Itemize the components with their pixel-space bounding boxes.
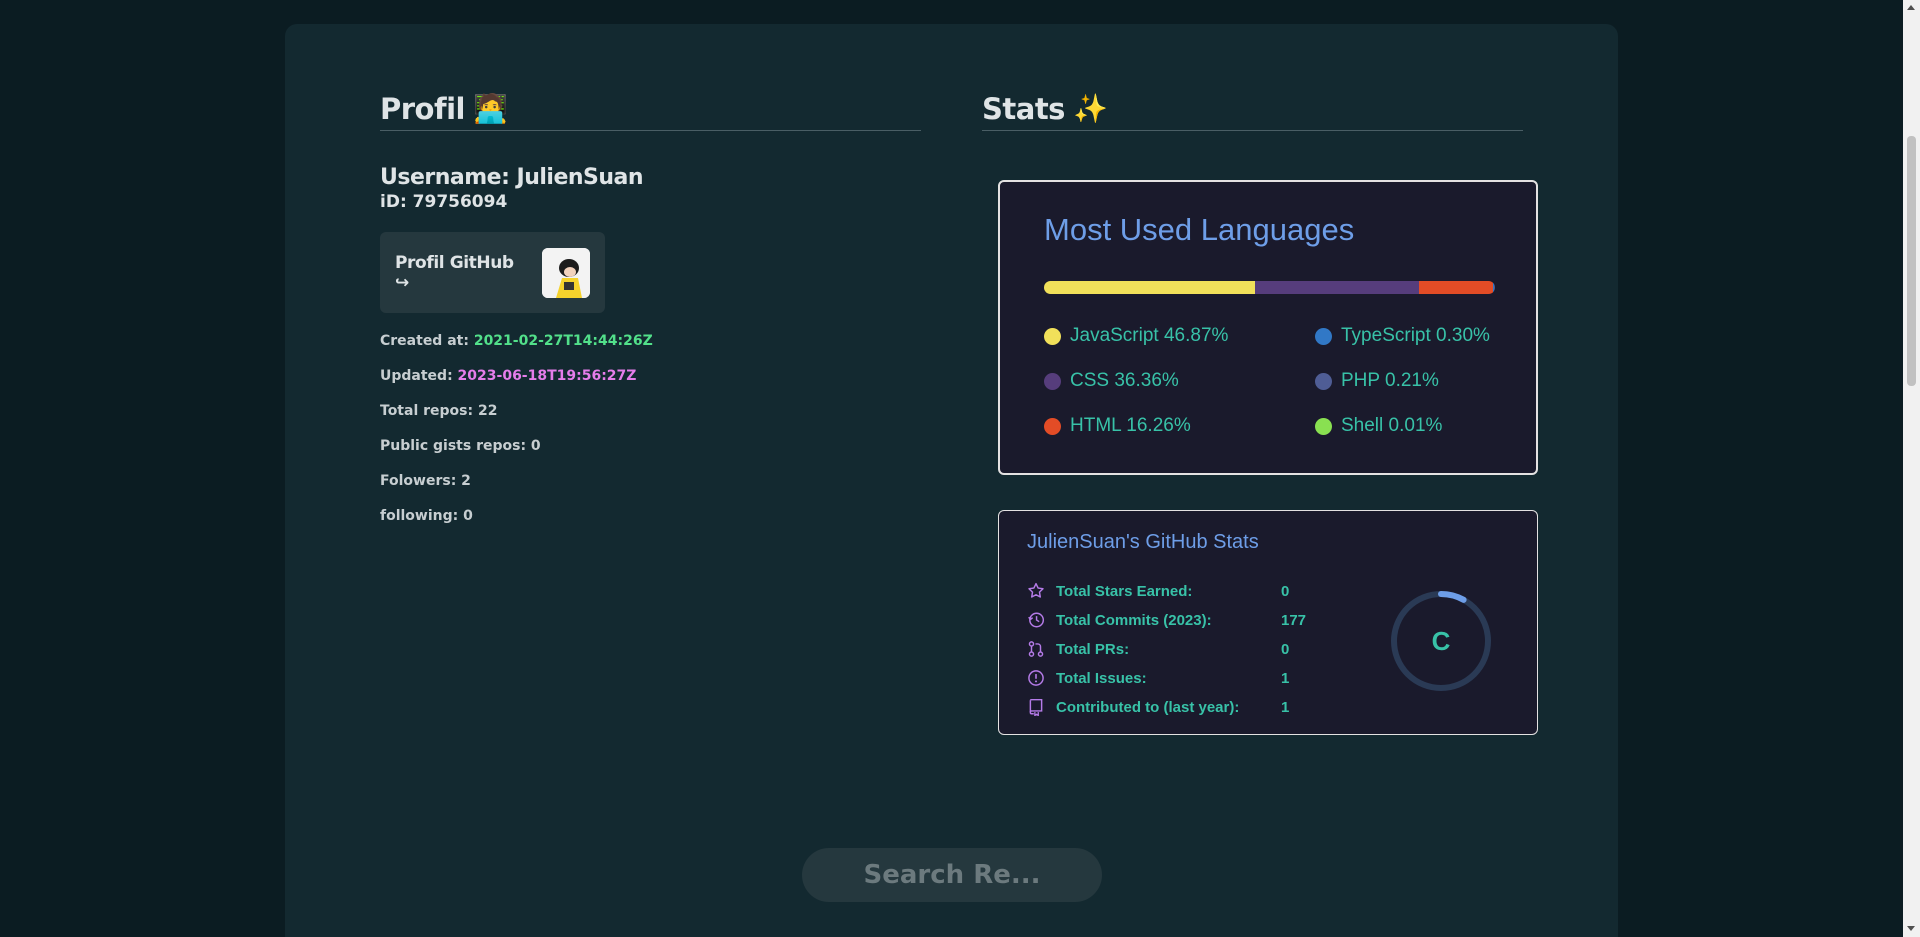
github-stats-title: JulienSuan's GitHub Stats: [1027, 531, 1259, 553]
history-icon: [1028, 612, 1045, 628]
public-gists: Public gists repos: 0: [380, 438, 541, 454]
stat-row-contributed: Contributed to (last year): 1: [1027, 698, 1289, 716]
github-profile-button[interactable]: Profil GitHub ↪: [380, 232, 605, 313]
language-bar-segment: [1255, 281, 1420, 294]
most-used-languages-card: Most Used Languages JavaScript 46.87% Ty…: [998, 180, 1538, 475]
stat-value: 0: [1281, 582, 1290, 600]
language-dot-icon: [1315, 417, 1332, 435]
avatar-illustration: [541, 247, 590, 298]
language-item: TypeScript 0.30%: [1315, 325, 1490, 347]
created-at-row: Created at: 2021-02-27T14:44:26Z: [380, 330, 653, 365]
pull-request-icon: [1028, 641, 1044, 657]
following: following: 0: [380, 508, 473, 524]
rank-letter: C: [1431, 626, 1451, 656]
vertical-scrollbar[interactable]: [1903, 0, 1920, 937]
stat-value: 0: [1281, 640, 1290, 658]
language-item: HTML 16.26%: [1044, 415, 1191, 437]
profile-identity: Username: JulienSuan iD: 79756094: [380, 165, 644, 212]
github-stats-card: JulienSuan's GitHub Stats Total Stars Ea…: [998, 510, 1538, 735]
stat-value: 177: [1281, 611, 1307, 629]
scroll-up-icon[interactable]: [1907, 5, 1915, 10]
created-at-value: 2021-02-27T14:44:26Z: [473, 333, 653, 349]
repo-icon: [1029, 698, 1043, 716]
star-icon: [1028, 582, 1044, 598]
profile-details: Created at: 2021-02-27T14:44:26Z Updated…: [380, 330, 653, 540]
avatar: [541, 247, 590, 298]
language-label: Shell 0.01%: [1341, 415, 1443, 436]
stat-value: 1: [1281, 669, 1290, 687]
user-id: iD: 79756094: [380, 192, 508, 212]
language-bar-segment: [1419, 281, 1493, 294]
page: Profil 🧑‍💻 Username: JulienSuan iD: 7975…: [0, 0, 1920, 937]
username: Username: JulienSuan: [380, 165, 644, 190]
language-bar-segment: [1044, 281, 1256, 294]
language-dot-icon: [1044, 327, 1061, 345]
issue-icon: [1028, 670, 1044, 686]
languages-title: Most Used Languages: [1044, 212, 1355, 247]
stat-label: Total Commits (2023):: [1056, 611, 1212, 629]
language-label: PHP 0.21%: [1341, 370, 1439, 391]
language-dot-icon: [1315, 327, 1332, 345]
language-item: PHP 0.21%: [1315, 370, 1439, 392]
stat-label: Total Issues:: [1056, 669, 1147, 687]
technologist-icon: 🧑‍💻: [472, 92, 508, 125]
language-dot-icon: [1044, 417, 1061, 435]
stat-label: Total PRs:: [1056, 640, 1130, 658]
updated-value: 2023-06-18T19:56:27Z: [457, 368, 637, 384]
stat-row-stars: Total Stars Earned: 0: [1027, 582, 1289, 600]
rank-circle: C: [1389, 589, 1493, 693]
github-profile-label: Profil GitHub ↪: [395, 252, 514, 293]
profil-section-title: Profil 🧑‍💻: [380, 92, 921, 131]
language-label: HTML 16.26%: [1070, 415, 1191, 436]
stat-row-issues: Total Issues: 1: [1027, 669, 1289, 687]
stat-label: Contributed to (last year):: [1056, 698, 1240, 716]
total-repos: Total repos: 22: [380, 403, 498, 419]
search-input[interactable]: [802, 848, 1102, 902]
stat-row-prs: Total PRs: 0: [1027, 640, 1289, 658]
followers: Folowers: 2: [380, 473, 471, 489]
stat-value: 1: [1281, 698, 1290, 716]
language-dot-icon: [1315, 372, 1332, 390]
languages-progress-bar: [1044, 281, 1495, 294]
created-at-label: Created at:: [380, 333, 469, 349]
stats-section-title: Stats ✨: [982, 92, 1523, 131]
stat-row-commits: Total Commits (2023): 177: [1027, 611, 1306, 629]
updated-label: Updated:: [380, 368, 453, 384]
sparkles-icon: ✨: [1072, 92, 1108, 125]
scroll-down-icon[interactable]: [1907, 926, 1915, 931]
stats-title-text: Stats: [982, 92, 1065, 126]
language-item: JavaScript 46.87%: [1044, 325, 1228, 347]
language-item: Shell 0.01%: [1315, 415, 1442, 437]
language-label: TypeScript 0.30%: [1341, 325, 1490, 346]
language-label: JavaScript 46.87%: [1070, 325, 1229, 346]
scroll-thumb[interactable]: [1907, 136, 1916, 386]
updated-row: Updated: 2023-06-18T19:56:27Z: [380, 365, 653, 400]
stat-label: Total Stars Earned:: [1056, 582, 1193, 600]
language-item: CSS 36.36%: [1044, 370, 1179, 392]
language-label: CSS 36.36%: [1070, 370, 1179, 391]
language-dot-icon: [1044, 372, 1061, 390]
profil-title-text: Profil: [380, 92, 465, 126]
